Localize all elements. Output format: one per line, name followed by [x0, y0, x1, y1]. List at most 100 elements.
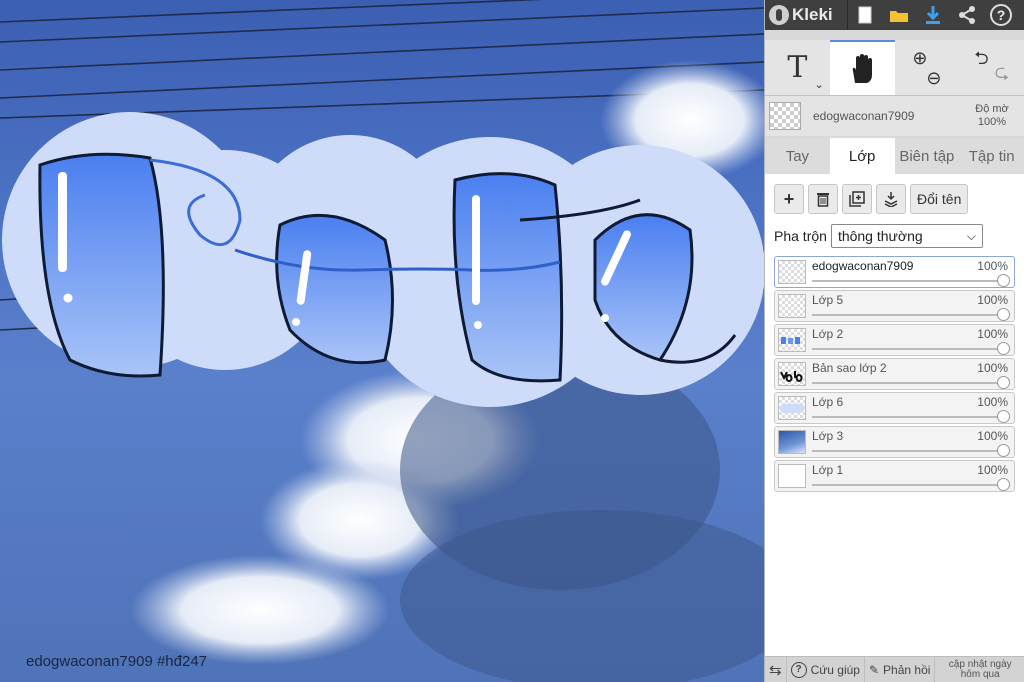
pen-icon: ✎ [868, 662, 880, 677]
zoom-out-icon[interactable]: ⊖ [926, 68, 941, 88]
layer-toolbar: + Đổi tên [774, 184, 1015, 214]
text-tool-icon: T [787, 50, 808, 85]
tab-edit[interactable]: Biên tập [895, 138, 960, 174]
hand-tool[interactable] [829, 40, 895, 95]
panel-footer: ⇆ ? Cứu giúp ✎ Phản hồi cập nhật ngày hô… [765, 656, 1024, 682]
tool-row: T ⌄ ⊕ ⊖ ⮌ ⮎ [765, 40, 1024, 96]
layer-opacity: 100% [977, 429, 1008, 443]
app-name: Kleki [792, 5, 833, 24]
layer-thumbnail [778, 328, 806, 352]
feedback-link-label: Phản hồi [883, 662, 931, 677]
drawing-canvas[interactable]: edogwaconan7909 #hđ247 [0, 0, 764, 682]
hand-icon [852, 53, 873, 83]
slider-knob[interactable] [997, 410, 1010, 423]
new-file-icon [858, 6, 872, 24]
layer-name: Lớp 3 [812, 429, 844, 443]
layer-name: edogwaconan7909 [812, 259, 914, 273]
brush-name: edogwaconan7909 [813, 109, 915, 123]
slider-knob[interactable] [997, 308, 1010, 321]
layer-thumbnail-art [780, 404, 804, 413]
layer-name: Bản sao lớp 2 [812, 361, 887, 375]
layer-opacity: 100% [977, 395, 1008, 409]
layer-name: Lớp 1 [812, 463, 844, 477]
layer-list: edogwaconan7909 100% Lớp 5 100% Lớp 2 10… [774, 256, 1015, 492]
layer-thumbnail-art [781, 337, 800, 344]
layer-item[interactable]: Lớp 1 100% [774, 460, 1015, 492]
chevron-down-icon[interactable]: ⌄ [815, 78, 824, 91]
layer-opacity-slider[interactable] [812, 450, 1008, 452]
opacity-readout[interactable]: Độ mờ 100% [964, 103, 1020, 129]
layer-thumbnail-art [780, 371, 803, 382]
share-icon [959, 6, 975, 24]
new-file-button[interactable] [848, 0, 882, 30]
download-button[interactable] [916, 0, 950, 30]
plus-icon: + [783, 188, 795, 209]
slider-knob[interactable] [997, 444, 1010, 457]
help-icon: ? [990, 4, 1012, 26]
redo-icon[interactable]: ⮎ [995, 60, 1009, 90]
open-folder-button[interactable] [882, 0, 916, 30]
layer-thumbnail [778, 430, 806, 454]
zoom-in-icon[interactable]: ⊕ [912, 48, 927, 68]
slider-knob[interactable] [997, 376, 1010, 389]
layer-item[interactable]: Bản sao lớp 2 100% [774, 358, 1015, 390]
download-icon [926, 6, 940, 24]
tab-brush[interactable]: Tay [765, 138, 830, 174]
duplicate-layer-button[interactable] [842, 184, 872, 214]
layer-thumbnail [778, 294, 806, 318]
layer-item[interactable]: Lớp 3 100% [774, 426, 1015, 458]
feedback-link[interactable]: ✎ Phản hồi [865, 656, 936, 682]
layers-panel: + Đổi tên Pha trộn thông thường ⌵ edogwa… [765, 174, 1024, 682]
layer-item[interactable]: Lớp 5 100% [774, 290, 1015, 322]
layer-item[interactable]: edogwaconan7909 100% [774, 256, 1015, 288]
undo-redo-tools: ⮌ ⮎ [959, 40, 1024, 95]
help-link-label: Cứu giúp [810, 662, 860, 677]
layer-item[interactable]: Lớp 6 100% [774, 392, 1015, 424]
layer-thumbnail [778, 464, 806, 488]
blend-mode-select[interactable]: thông thường ⌵ [830, 224, 983, 248]
slider-knob[interactable] [997, 478, 1010, 491]
layer-opacity: 100% [977, 293, 1008, 307]
text-tool[interactable]: T ⌄ [765, 40, 830, 95]
layer-opacity-slider[interactable] [812, 348, 1008, 350]
layer-opacity-slider[interactable] [812, 484, 1008, 486]
add-layer-button[interactable]: + [774, 184, 804, 214]
share-button[interactable] [950, 0, 984, 30]
zoom-tools: ⊕ ⊖ [895, 40, 960, 95]
canvas-watermark-text: edogwaconan7909 #hđ247 [26, 653, 208, 670]
blend-mode-row: Pha trộn thông thường ⌵ [774, 224, 1015, 248]
layer-item[interactable]: Lớp 2 100% [774, 324, 1015, 356]
side-panel: Kleki ? T ⌄ ⊕ ⊖ ⮌ ⮎ edogwaconan7909 Độ m… [764, 0, 1024, 682]
tab-layers[interactable]: Lớp [829, 138, 895, 174]
tab-file[interactable]: Tập tin [959, 138, 1024, 174]
merge-layer-button[interactable] [876, 184, 906, 214]
layer-name: Lớp 2 [812, 327, 844, 341]
update-link[interactable]: cập nhật ngày hôm qua [935, 657, 1024, 682]
help-link[interactable]: ? Cứu giúp [787, 656, 865, 682]
folder-icon [890, 11, 908, 22]
slider-knob[interactable] [997, 274, 1010, 287]
layer-opacity-slider[interactable] [812, 416, 1008, 418]
layer-opacity-slider[interactable] [812, 280, 1008, 282]
layer-opacity: 100% [977, 259, 1008, 273]
help-icon: ? [790, 661, 807, 678]
delete-layer-button[interactable] [808, 184, 838, 214]
blend-mode-label: Pha trộn [774, 228, 827, 244]
merge-down-icon [884, 192, 898, 207]
slider-knob[interactable] [997, 342, 1010, 355]
layer-opacity: 100% [977, 327, 1008, 341]
top-bar: Kleki ? [765, 0, 1024, 30]
layer-opacity-slider[interactable] [812, 382, 1008, 384]
swap-side-button[interactable]: ⇆ [765, 656, 787, 682]
undo-icon[interactable]: ⮌ [974, 46, 988, 76]
swap-icon: ⇆ [769, 661, 782, 679]
rename-layer-button[interactable]: Đổi tên [910, 184, 969, 214]
layer-thumbnail [778, 260, 806, 284]
canvas-artwork [0, 0, 764, 682]
app-logo[interactable]: Kleki [769, 5, 847, 25]
layer-thumbnail [778, 396, 806, 420]
brush-info: edogwaconan7909 Độ mờ 100% [765, 96, 1024, 136]
opacity-value: 100% [977, 116, 1007, 128]
help-button[interactable]: ? [984, 0, 1018, 30]
layer-opacity-slider[interactable] [812, 314, 1008, 316]
